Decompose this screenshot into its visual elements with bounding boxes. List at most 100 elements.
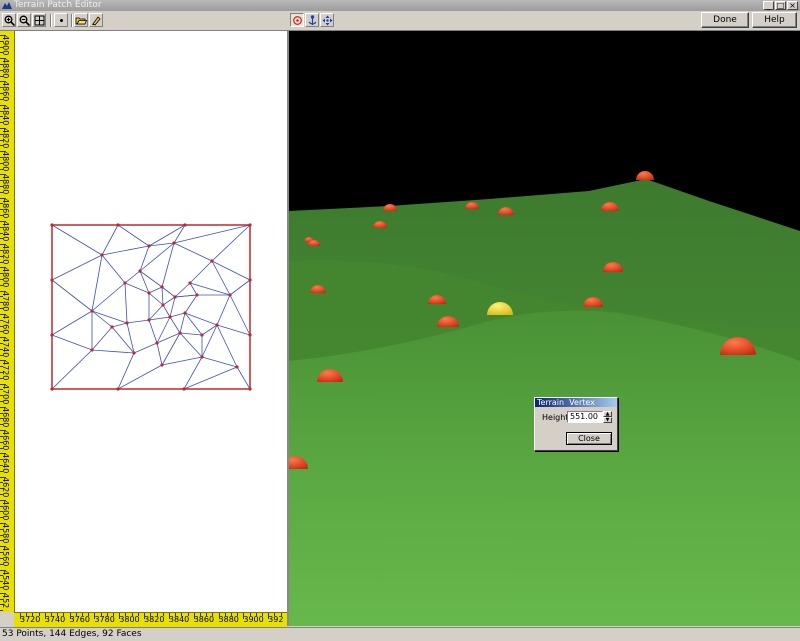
pan-view-button[interactable] [320, 13, 334, 27]
mesh-edge[interactable] [102, 255, 125, 283]
mesh-edge[interactable] [102, 246, 149, 255]
zoom-in-button[interactable] [2, 13, 16, 27]
minimize-button[interactable]: _ [763, 1, 774, 10]
mesh-edge[interactable] [174, 225, 250, 243]
mesh-vertex[interactable] [132, 351, 135, 354]
mesh-vertex[interactable] [50, 223, 53, 226]
mesh-edge[interactable] [118, 353, 134, 389]
mesh-vertex[interactable] [155, 341, 158, 344]
mesh-edge[interactable] [118, 225, 149, 246]
mesh-edge[interactable] [52, 350, 92, 389]
mesh-edge[interactable] [157, 317, 170, 343]
mesh-edge[interactable] [149, 320, 157, 343]
triangulation-mesh[interactable] [15, 31, 287, 612]
mesh-edge[interactable] [180, 333, 202, 335]
mesh-vertex[interactable] [138, 269, 141, 272]
mesh-edge[interactable] [149, 305, 163, 320]
mesh-edge[interactable] [217, 325, 237, 367]
mesh-vertex[interactable] [178, 331, 181, 334]
mesh-vertex[interactable] [50, 333, 53, 336]
mesh-vertex[interactable] [172, 241, 175, 244]
mesh-vertex[interactable] [160, 285, 163, 288]
mesh-vertex[interactable] [248, 278, 251, 281]
mesh-edge[interactable] [52, 255, 102, 280]
mesh-vertex[interactable] [228, 293, 231, 296]
mesh-edge[interactable] [149, 287, 162, 293]
mesh-vertex[interactable] [90, 309, 93, 312]
mesh-vertex[interactable] [110, 325, 113, 328]
paint-button[interactable] [89, 13, 103, 27]
mesh-vertex[interactable] [200, 333, 203, 336]
height-spinner[interactable]: ▲ ▼ [603, 411, 612, 423]
mesh-edge[interactable] [184, 367, 237, 389]
mesh-edge[interactable] [212, 261, 230, 295]
mesh-edge[interactable] [92, 327, 112, 350]
mesh-vertex[interactable] [248, 223, 251, 226]
mesh-edge[interactable] [202, 357, 237, 367]
open-button[interactable] [74, 13, 88, 27]
mesh-vertex[interactable] [210, 259, 213, 262]
mesh-edge[interactable] [180, 333, 202, 357]
mesh-edge[interactable] [170, 317, 180, 333]
mesh-edge[interactable] [125, 271, 140, 283]
mesh-edge[interactable] [162, 333, 180, 365]
plan-view[interactable] [15, 31, 287, 612]
mesh-vertex[interactable] [168, 315, 171, 318]
mesh-edge[interactable] [118, 365, 162, 389]
mesh-edge[interactable] [92, 255, 102, 311]
close-button[interactable]: Close [566, 432, 612, 445]
mesh-edge[interactable] [92, 311, 127, 323]
mesh-vertex[interactable] [147, 291, 150, 294]
mesh-edge[interactable] [230, 295, 250, 335]
done-button[interactable]: Done [701, 12, 749, 28]
mesh-edge[interactable] [52, 225, 102, 255]
mesh-edge[interactable] [217, 325, 250, 335]
terrain-scene[interactable] [289, 31, 800, 626]
mesh-edge[interactable] [149, 225, 185, 246]
mesh-vertex[interactable] [160, 363, 163, 366]
mesh-edge[interactable] [180, 313, 185, 333]
mesh-edge[interactable] [162, 243, 174, 287]
mesh-vertex[interactable] [182, 387, 185, 390]
mesh-edge[interactable] [175, 295, 197, 297]
mesh-vertex[interactable] [161, 303, 164, 306]
mesh-vertex[interactable] [125, 321, 128, 324]
mesh-vertex[interactable] [90, 348, 93, 351]
mesh-edge[interactable] [185, 295, 197, 313]
mesh-vertex[interactable] [188, 281, 191, 284]
mesh-vertex[interactable] [147, 318, 150, 321]
mesh-edge[interactable] [92, 283, 125, 311]
zoom-extents-button[interactable] [32, 13, 46, 27]
mesh-edge[interactable] [112, 323, 127, 327]
mesh-edge[interactable] [92, 350, 134, 353]
mesh-vertex[interactable] [248, 333, 251, 336]
mesh-vertex[interactable] [183, 223, 186, 226]
mesh-edge[interactable] [237, 367, 250, 389]
maximize-button[interactable]: □ [775, 1, 786, 10]
mesh-edge[interactable] [163, 305, 170, 317]
mesh-vertex[interactable] [215, 323, 218, 326]
mesh-edge[interactable] [212, 261, 250, 280]
mesh-edge[interactable] [170, 313, 185, 317]
mesh-vertex[interactable] [248, 387, 251, 390]
mesh-edge[interactable] [175, 283, 190, 297]
help-button[interactable]: Help [752, 12, 797, 28]
mesh-vertex[interactable] [183, 311, 186, 314]
mesh-vertex[interactable] [116, 223, 119, 226]
patch-boundary[interactable] [52, 225, 250, 389]
height-input[interactable]: 551.00 [567, 411, 603, 423]
mesh-edge[interactable] [184, 357, 202, 389]
anchor-view-button[interactable] [305, 13, 319, 27]
mesh-vertex[interactable] [50, 387, 53, 390]
mesh-edge[interactable] [102, 225, 118, 255]
mesh-edge[interactable] [125, 283, 127, 323]
mesh-vertex[interactable] [195, 293, 198, 296]
spin-down-icon[interactable]: ▼ [603, 417, 612, 423]
mesh-edge[interactable] [162, 357, 202, 365]
mesh-edge[interactable] [134, 343, 157, 353]
mesh-edge[interactable] [149, 317, 170, 320]
mesh-edge[interactable] [162, 287, 163, 305]
mesh-edge[interactable] [230, 280, 250, 295]
mesh-edge[interactable] [149, 293, 163, 305]
mesh-edge[interactable] [157, 343, 162, 365]
